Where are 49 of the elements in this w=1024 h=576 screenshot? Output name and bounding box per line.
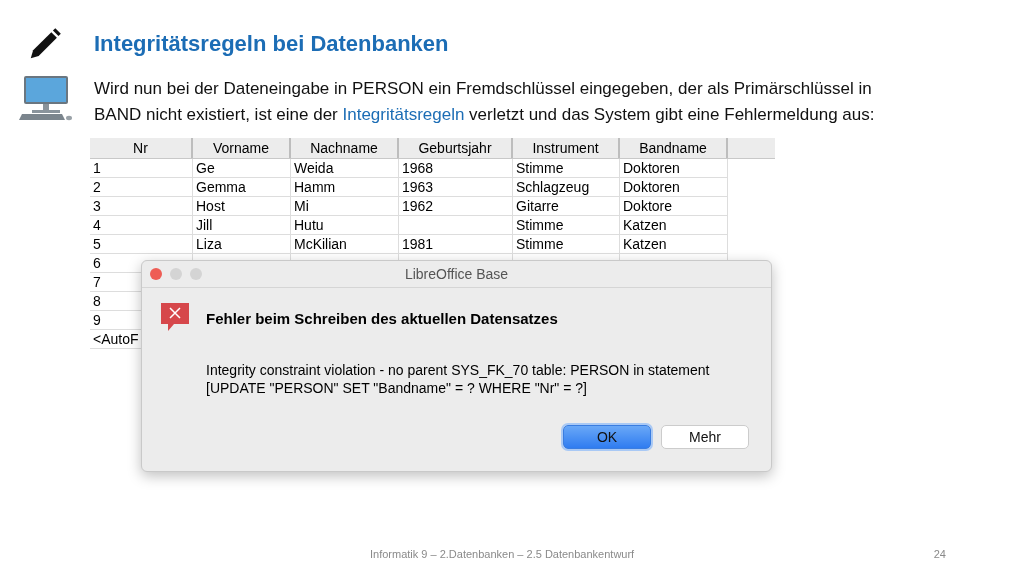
table-cell: Stimme	[513, 159, 620, 178]
column-header[interactable]: Bandname	[620, 138, 728, 158]
column-header[interactable]: Nr	[90, 138, 193, 158]
table-cell: Katzen	[620, 216, 728, 235]
table-cell: Host	[193, 197, 291, 216]
page-number: 24	[933, 548, 946, 560]
table-cell: Ge	[193, 159, 291, 178]
slide-paragraph: Wird nun bei der Dateneingabe in PERSON ein Fremdschlüssel eingegeben, der als Primärschlüssel in BAND nicht existiert, ist eine der Integritätsregeln verletzt und das System gibt eine Fehlermeldung aus:	[94, 78, 876, 126]
table-cell: 4	[90, 216, 193, 235]
dialog-button[interactable]: Mehr	[661, 425, 749, 449]
column-header[interactable]: Geburtsjahr	[399, 138, 513, 158]
zoom-button[interactable]	[190, 268, 202, 280]
table-cell: Doktore	[620, 197, 728, 216]
computer-icon	[18, 76, 74, 122]
minimize-button[interactable]	[170, 268, 182, 280]
table-cell: Doktoren	[620, 178, 728, 197]
table-cell: 1962	[399, 197, 513, 216]
table-cell: Weida	[291, 159, 399, 178]
table-cell: Liza	[193, 235, 291, 254]
table-cell: Doktoren	[620, 159, 728, 178]
table-cell: Gemma	[193, 178, 291, 197]
table-cell: 1963	[399, 178, 513, 197]
table-cell: Jill	[193, 216, 291, 235]
table-cell: Stimme	[513, 216, 620, 235]
slide-title: Integritätsregeln bei Datenbanken	[94, 31, 449, 57]
dialog-button[interactable]: OK	[563, 425, 651, 449]
table-cell: Hamm	[291, 178, 399, 197]
error-icon	[160, 302, 190, 332]
table-cell: 1968	[399, 159, 513, 178]
column-header[interactable]: Vorname	[193, 138, 291, 158]
column-header[interactable]: Nachname	[291, 138, 399, 158]
dialog-title: LibreOffice Base	[404, 266, 509, 282]
table-cell: 1981	[399, 235, 513, 254]
table-cell: 5	[90, 235, 193, 254]
column-header[interactable]: Instrument	[513, 138, 620, 158]
table-cell: 1	[90, 159, 193, 178]
table-cell: 2	[90, 178, 193, 197]
table-cell: Gitarre	[513, 197, 620, 216]
table-cell: Schlagzeug	[513, 178, 620, 197]
close-button[interactable]	[150, 268, 162, 280]
table-cell: Mi	[291, 197, 399, 216]
dialog-heading: Fehler beim Schreiben des aktuellen Datensatzes	[206, 310, 559, 327]
dialog-message: Integrity constraint violation - no parent SYS_FK_70 table: PERSON in statement [UPDATE "PERSON" SET "Bandname" = ? WHERE "Nr" = ?]	[206, 361, 710, 397]
footer-text: Informatik 9 – 2.Datenbanken – 2.5 Datenbankentwurf	[370, 548, 635, 560]
table-cell: Stimme	[513, 235, 620, 254]
table-cell: Hutu	[291, 216, 399, 235]
table-cell: 3	[90, 197, 193, 216]
table-cell: Katzen	[620, 235, 728, 254]
table-cell: McKilian	[291, 235, 399, 254]
